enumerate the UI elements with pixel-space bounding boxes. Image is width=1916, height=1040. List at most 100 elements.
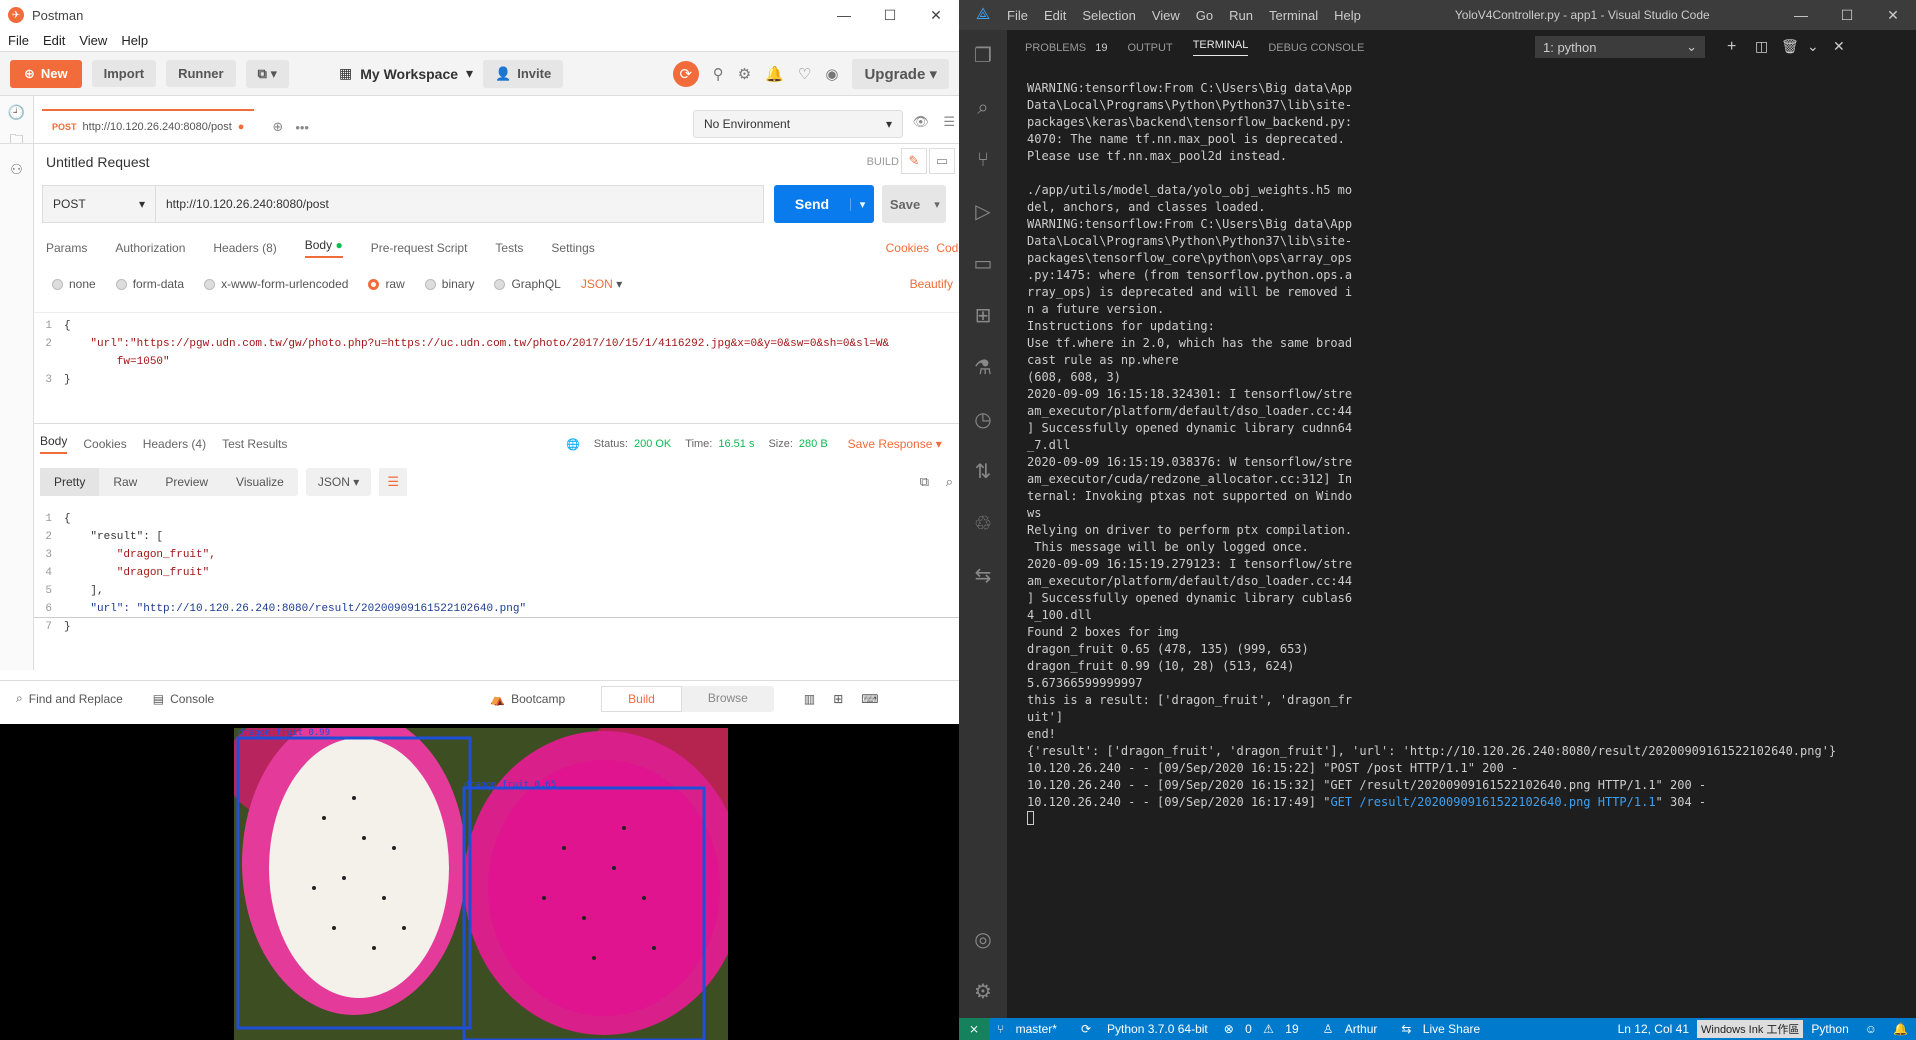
radio-none[interactable]: none xyxy=(52,277,96,291)
settings-icon[interactable]: ⚙ xyxy=(738,65,751,83)
explorer-icon[interactable]: ❐ xyxy=(959,30,1007,82)
menu-edit[interactable]: Edit xyxy=(1044,8,1066,23)
account-icon[interactable]: ◎ xyxy=(959,914,1007,966)
avatar[interactable]: ◉ xyxy=(825,65,838,83)
menu-edit[interactable]: Edit xyxy=(43,33,65,48)
problems-status[interactable]: ⊗ 0 ⚠ 19 xyxy=(1216,1022,1315,1036)
menu-help[interactable]: Help xyxy=(1334,8,1361,23)
upgrade-button[interactable]: Upgrade ▾ xyxy=(852,58,949,89)
terminal-link[interactable]: GET /result/20200909161522102640.png HTT… xyxy=(1330,795,1655,809)
workspace-selector[interactable]: ▦ My Workspace ▾ xyxy=(339,65,473,82)
satellite-icon[interactable]: ⚲ xyxy=(713,65,724,83)
new-button[interactable]: ⊕ New xyxy=(10,59,82,88)
view-pretty[interactable]: Pretty xyxy=(40,468,100,496)
save-response-button[interactable]: Save Response ▾ xyxy=(848,437,942,451)
menu-view[interactable]: View xyxy=(79,33,107,48)
menu-terminal[interactable]: Terminal xyxy=(1269,8,1318,23)
menu-selection[interactable]: Selection xyxy=(1082,8,1135,23)
response-format-select[interactable]: JSON ▾ xyxy=(305,468,372,496)
tab-settings[interactable]: Settings xyxy=(551,241,594,255)
radio-form-data[interactable]: form-data xyxy=(115,277,184,291)
sliders-icon[interactable]: ☰ xyxy=(943,114,955,130)
eye-icon[interactable]: 👁 xyxy=(912,114,929,130)
language-mode[interactable]: Python xyxy=(1803,1022,1856,1036)
comment-icon[interactable]: ▭ xyxy=(929,148,955,174)
pull-request-icon[interactable]: ⇅ xyxy=(959,446,1007,498)
minimize-icon[interactable]: — xyxy=(821,0,867,30)
wrap-lines-icon[interactable]: ☰ xyxy=(379,468,408,496)
resp-tab-cookies[interactable]: Cookies xyxy=(83,437,126,451)
cookies-link[interactable]: Cookies xyxy=(886,241,929,255)
code-link[interactable]: Code xyxy=(936,241,959,255)
remote-icon[interactable]: ⨯ xyxy=(959,1018,990,1040)
tab-body[interactable]: Body ● xyxy=(304,238,343,258)
run-debug-icon[interactable]: ▷ xyxy=(959,186,1007,238)
save-button[interactable]: Save ▾ xyxy=(882,185,946,223)
search-icon[interactable]: ⌕ xyxy=(946,474,953,490)
radio-binary[interactable]: binary xyxy=(424,277,474,291)
radio-graphql[interactable]: GraphQL xyxy=(494,277,561,291)
beautify-link[interactable]: Beautify xyxy=(910,277,953,291)
layout-icon[interactable]: ▥ xyxy=(804,692,815,706)
request-body-editor[interactable]: 1{ 2 "url":"https://pgw.udn.com.tw/gw/ph… xyxy=(34,312,959,424)
more-tabs-icon[interactable]: ••• xyxy=(295,120,309,135)
docker-icon[interactable]: ♲ xyxy=(959,498,1007,550)
source-control-icon[interactable]: ⑂ xyxy=(959,134,1007,186)
invite-button[interactable]: 👤 Invite xyxy=(483,59,564,88)
terminal-output[interactable]: WARNING:tensorflow:From C:\Users\Big dat… xyxy=(1027,80,1907,830)
menu-file[interactable]: File xyxy=(1007,8,1028,23)
environment-select[interactable]: No Environment ▾ xyxy=(693,110,903,138)
testing-icon[interactable]: ⚗ xyxy=(959,342,1007,394)
chevron-down-icon[interactable]: ⌄ xyxy=(1807,38,1819,55)
request-tab[interactable]: POST http://10.120.26.240:8080/post ● xyxy=(42,109,255,143)
menu-go[interactable]: Go xyxy=(1196,8,1213,23)
resp-tab-test-results[interactable]: Test Results xyxy=(222,437,287,451)
heart-icon[interactable]: ♡ xyxy=(798,65,811,83)
python-interpreter[interactable]: Python 3.7.0 64-bit xyxy=(1099,1022,1216,1036)
menu-run[interactable]: Run xyxy=(1229,8,1253,23)
console-button[interactable]: Console xyxy=(170,692,214,706)
view-raw[interactable]: Raw xyxy=(99,468,151,496)
new-window-button[interactable]: ⧉ ▾ xyxy=(245,59,290,88)
maximize-icon[interactable]: ☐ xyxy=(1824,0,1870,30)
send-button[interactable]: Send ▾ xyxy=(774,185,874,223)
request-name[interactable]: Untitled Request xyxy=(46,154,150,170)
tab-authorization[interactable]: Authorization xyxy=(115,241,185,255)
edit-icon[interactable]: ✎ xyxy=(901,148,927,174)
extensions-icon[interactable]: ⊞ xyxy=(959,290,1007,342)
live-share-icon[interactable]: ⇆ xyxy=(959,550,1007,602)
user-status[interactable]: ♙ Arthur xyxy=(1315,1022,1394,1036)
menu-help[interactable]: Help xyxy=(121,33,148,48)
resp-tab-headers[interactable]: Headers (4) xyxy=(143,437,206,451)
tab-headers[interactable]: Headers (8) xyxy=(213,241,276,255)
terminal-select[interactable]: 1: python ⌄ xyxy=(1535,36,1705,58)
body-format-select[interactable]: JSON ▾ xyxy=(581,277,622,291)
cursor-position[interactable]: Ln 12, Col 41 xyxy=(1610,1022,1697,1036)
tab-debug-console[interactable]: Debug Console xyxy=(1268,42,1364,54)
view-visualize[interactable]: Visualize xyxy=(222,468,298,496)
url-input[interactable]: http://10.120.26.240:8080/post xyxy=(156,185,764,223)
close-icon[interactable]: ✕ xyxy=(913,0,959,30)
tab-output[interactable]: Output xyxy=(1127,42,1172,54)
radio-raw[interactable]: raw xyxy=(368,277,405,291)
tab-params[interactable]: Params xyxy=(46,241,87,255)
build-mode-button[interactable]: Build xyxy=(601,685,682,712)
trash-icon[interactable]: 🗑 xyxy=(1781,38,1799,55)
minimize-icon[interactable]: — xyxy=(1778,0,1824,30)
close-icon[interactable]: ✕ xyxy=(1833,38,1845,55)
sync-icon[interactable]: ⟳ xyxy=(1073,1022,1099,1036)
maximize-icon[interactable]: ☐ xyxy=(867,0,913,30)
response-body-viewer[interactable]: 1{ 2 "result": [ 3 "dragon_fruit", 4 "dr… xyxy=(34,510,959,638)
bootcamp-button[interactable]: Bootcamp xyxy=(511,692,565,706)
runner-button[interactable]: Runner xyxy=(166,60,236,87)
method-select[interactable]: POST ▾ xyxy=(42,185,156,223)
apis-icon[interactable]: ⚇ xyxy=(0,161,33,178)
remote-explorer-icon[interactable]: ▭ xyxy=(959,238,1007,290)
live-share-status[interactable]: ⇆ Live Share xyxy=(1393,1022,1496,1036)
sync-icon[interactable]: ⟳ xyxy=(672,60,699,87)
menu-view[interactable]: View xyxy=(1152,8,1180,23)
result-url-link[interactable]: "url": "http://10.120.26.240:8080/result… xyxy=(64,603,526,615)
bell-icon[interactable]: 🔔 xyxy=(765,65,784,83)
browse-mode-button[interactable]: Browse xyxy=(682,686,774,712)
copy-icon[interactable]: ⧉ xyxy=(920,474,929,490)
